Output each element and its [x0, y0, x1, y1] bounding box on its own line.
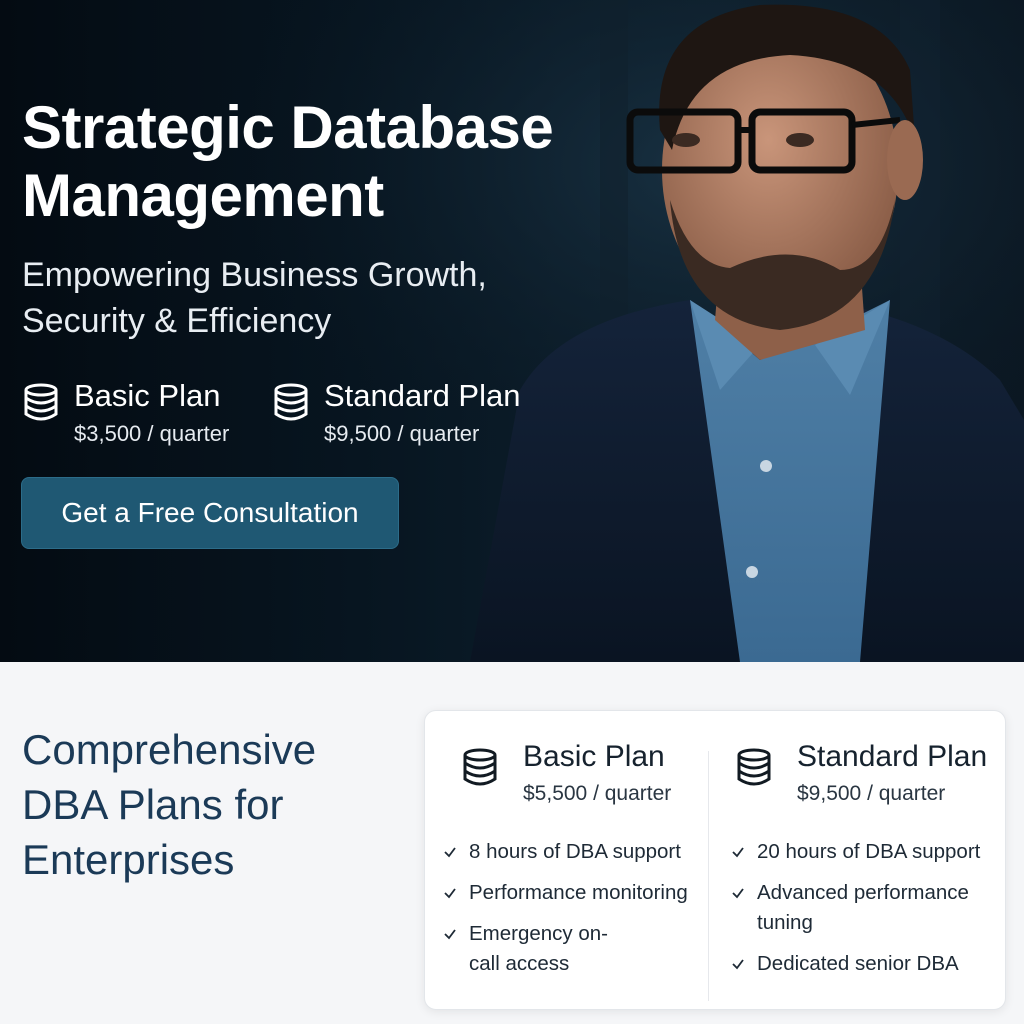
- check-icon: [444, 847, 456, 858]
- hero-plan-price: $3,500 / quarter: [74, 421, 230, 446]
- feature-text: 8 hours of DBA support: [469, 840, 681, 863]
- plan-price: $9,500 / quarter: [797, 782, 946, 805]
- list-item: Performance monitoring: [443, 878, 705, 908]
- plans-section: Comprehensive DBA Plans for Enterprises …: [0, 662, 1024, 1024]
- check-icon: [732, 847, 744, 858]
- database-icon: [24, 383, 58, 421]
- hero-title: Strategic Database Management: [22, 94, 554, 229]
- hero-plan-name: Standard Plan: [324, 378, 521, 413]
- list-item: Advanced performance tuning: [731, 878, 1001, 938]
- check-icon: [732, 888, 744, 899]
- hero-plan-basic: Basic Plan $3,500 / quarter: [22, 378, 229, 450]
- feature-text: Dedicated senior DBA: [757, 952, 959, 975]
- list-item: Emergency on-call access: [443, 919, 705, 979]
- hero-plan-price: $9,500 / quarter: [324, 421, 480, 446]
- plan-divider: [708, 751, 709, 1001]
- plans-card: Basic Plan $5,500 / quarter 8 hours of D…: [424, 710, 1006, 1010]
- database-icon: [463, 748, 497, 786]
- free-consultation-button[interactable]: Get a Free Consultation: [21, 477, 399, 549]
- feature-list: 8 hours of DBA support Performance monit…: [443, 837, 705, 990]
- database-icon: [737, 748, 771, 786]
- plan-price: $5,500 / quarter: [523, 782, 672, 805]
- list-item: 20 hours of DBA support: [731, 837, 1001, 867]
- section-title: Comprehensive DBA Plans for Enterprises: [22, 726, 317, 883]
- feature-text: 20 hours of DBA support: [757, 840, 981, 863]
- list-item: Dedicated senior DBA: [731, 949, 1001, 979]
- feature-text: Emergency on-call access: [469, 922, 609, 975]
- hero-subtitle: Empowering Business Growth, Security & E…: [22, 256, 487, 340]
- plan-name: Basic Plan: [523, 740, 665, 773]
- list-item: 8 hours of DBA support: [443, 837, 705, 867]
- plan-name: Standard Plan: [797, 740, 988, 773]
- feature-text: Advanced performance tuning: [757, 881, 969, 934]
- feature-text: Performance monitoring: [469, 881, 688, 904]
- hero-banner: Strategic Database Management Empowering…: [0, 0, 1024, 662]
- check-icon: [444, 929, 456, 940]
- hero-plan-standard: Standard Plan $9,500 / quarter: [272, 378, 520, 450]
- hero-plan-name: Basic Plan: [74, 378, 221, 413]
- check-icon: [732, 959, 744, 970]
- database-icon: [274, 383, 308, 421]
- check-icon: [444, 888, 456, 899]
- feature-list: 20 hours of DBA support Advanced perform…: [731, 837, 1001, 990]
